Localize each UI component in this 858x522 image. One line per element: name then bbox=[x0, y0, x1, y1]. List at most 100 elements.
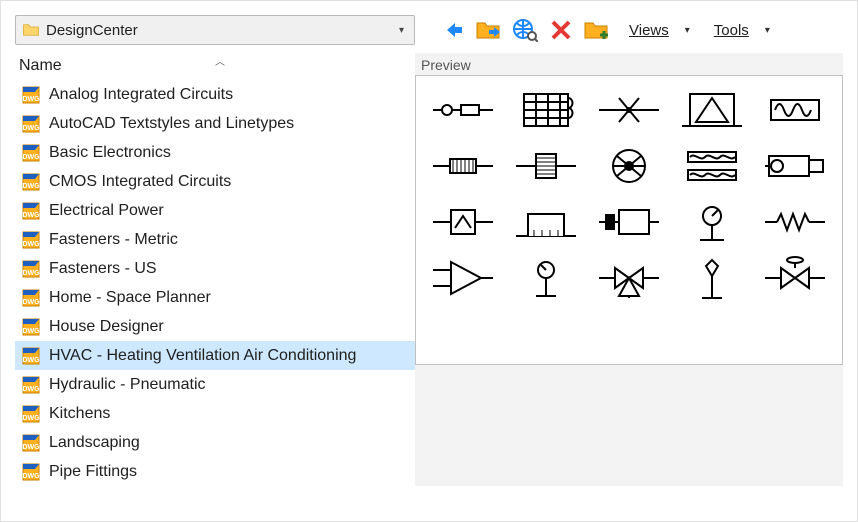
dwg-icon: DWG bbox=[21, 462, 41, 482]
preview-symbol[interactable] bbox=[431, 88, 495, 132]
list-item[interactable]: DWG Basic Electronics bbox=[15, 138, 415, 167]
preview-symbol[interactable] bbox=[514, 144, 578, 188]
x-red-icon bbox=[550, 19, 572, 41]
preview-symbol[interactable] bbox=[597, 200, 661, 244]
dwg-icon: DWG bbox=[21, 143, 41, 163]
list-item[interactable]: DWG HVAC - Heating Ventilation Air Condi… bbox=[15, 341, 415, 370]
list-item-label: AutoCAD Textstyles and Linetypes bbox=[49, 115, 294, 133]
preview-symbol[interactable] bbox=[514, 200, 578, 244]
new-folder-button[interactable] bbox=[583, 16, 611, 44]
svg-text:DWG: DWG bbox=[22, 154, 40, 161]
list-item[interactable]: DWG Analog Integrated Circuits bbox=[15, 80, 415, 109]
list-item-label: Basic Electronics bbox=[49, 144, 171, 162]
svg-text:DWG: DWG bbox=[22, 183, 40, 190]
back-button[interactable] bbox=[439, 16, 467, 44]
preview-symbol[interactable] bbox=[597, 88, 661, 132]
sort-caret-icon: ︿ bbox=[215, 53, 225, 68]
list-header-label: Name bbox=[19, 57, 62, 74]
svg-text:DWG: DWG bbox=[22, 125, 40, 132]
folder-icon bbox=[22, 21, 40, 39]
svg-text:DWG: DWG bbox=[22, 328, 40, 335]
list-item-label: Hydraulic - Pneumatic bbox=[49, 376, 206, 394]
body: Name ︿ DWG Analog Integrated Circuits DW… bbox=[15, 53, 843, 486]
preview-label: Preview bbox=[415, 57, 843, 73]
views-caret-icon[interactable]: ▾ bbox=[685, 25, 690, 36]
preview-symbol[interactable] bbox=[431, 200, 495, 244]
list-item[interactable]: DWG Pipe Fittings bbox=[15, 457, 415, 486]
preview-symbol[interactable] bbox=[680, 88, 744, 132]
dwg-icon: DWG bbox=[21, 317, 41, 337]
preview-symbol[interactable] bbox=[680, 144, 744, 188]
favorites-button[interactable] bbox=[475, 16, 503, 44]
list-item[interactable]: DWG Hydraulic - Pneumatic bbox=[15, 370, 415, 399]
svg-text:DWG: DWG bbox=[22, 357, 40, 364]
list-item-label: Pipe Fittings bbox=[49, 463, 137, 481]
preview-symbol[interactable] bbox=[597, 144, 661, 188]
preview-symbol[interactable] bbox=[514, 88, 578, 132]
svg-text:DWG: DWG bbox=[22, 212, 40, 219]
dwg-icon: DWG bbox=[21, 201, 41, 221]
list-item[interactable]: DWG Landscaping bbox=[15, 428, 415, 457]
dwg-icon: DWG bbox=[21, 346, 41, 366]
list-item-label: Home - Space Planner bbox=[49, 289, 211, 307]
designcenter-window: DesignCenter ▾ bbox=[0, 0, 858, 522]
preview-symbol[interactable] bbox=[597, 256, 661, 300]
list-item[interactable]: DWG Home - Space Planner bbox=[15, 283, 415, 312]
svg-text:DWG: DWG bbox=[22, 299, 40, 306]
dwg-icon: DWG bbox=[21, 230, 41, 250]
dc-online-button[interactable] bbox=[511, 16, 539, 44]
dwg-icon: DWG bbox=[21, 259, 41, 279]
folder-plus-icon bbox=[584, 19, 610, 41]
tools-caret-icon[interactable]: ▾ bbox=[765, 25, 770, 36]
toolbar: DesignCenter ▾ bbox=[15, 13, 843, 47]
list-item-label: Kitchens bbox=[49, 405, 110, 423]
list-item-label: Fasteners - US bbox=[49, 260, 157, 278]
list-item[interactable]: DWG Fasteners - Metric bbox=[15, 225, 415, 254]
preview-box bbox=[415, 75, 843, 365]
preview-symbol[interactable] bbox=[514, 256, 578, 300]
svg-text:DWG: DWG bbox=[22, 270, 40, 277]
list-item[interactable]: DWG House Designer bbox=[15, 312, 415, 341]
list-item[interactable]: DWG Kitchens bbox=[15, 399, 415, 428]
svg-text:DWG: DWG bbox=[22, 444, 40, 451]
dwg-icon: DWG bbox=[21, 375, 41, 395]
svg-text:DWG: DWG bbox=[22, 415, 40, 422]
dwg-icon: DWG bbox=[21, 288, 41, 308]
list-item-label: Landscaping bbox=[49, 434, 140, 452]
views-menu[interactable]: Views bbox=[629, 22, 669, 39]
svg-text:DWG: DWG bbox=[22, 96, 40, 103]
list-header[interactable]: Name ︿ bbox=[15, 53, 415, 80]
svg-text:DWG: DWG bbox=[22, 386, 40, 393]
tools-menu[interactable]: Tools bbox=[714, 22, 749, 39]
svg-text:DWG: DWG bbox=[22, 241, 40, 248]
list-item-label: Analog Integrated Circuits bbox=[49, 86, 233, 104]
preview-symbol[interactable] bbox=[680, 200, 744, 244]
preview-symbol[interactable] bbox=[431, 144, 495, 188]
back-arrow-icon bbox=[441, 18, 465, 42]
preview-symbol[interactable] bbox=[431, 256, 495, 300]
dwg-icon: DWG bbox=[21, 114, 41, 134]
list-item[interactable]: DWG Electrical Power bbox=[15, 196, 415, 225]
dwg-icon: DWG bbox=[21, 85, 41, 105]
list-item-label: Fasteners - Metric bbox=[49, 231, 178, 249]
dwg-icon: DWG bbox=[21, 172, 41, 192]
list-item[interactable]: DWG AutoCAD Textstyles and Linetypes bbox=[15, 109, 415, 138]
preview-symbol[interactable] bbox=[763, 88, 827, 132]
preview-symbol[interactable] bbox=[763, 144, 827, 188]
delete-button[interactable] bbox=[547, 16, 575, 44]
preview-symbol[interactable] bbox=[680, 256, 744, 300]
path-label: DesignCenter bbox=[46, 22, 395, 39]
list-item[interactable]: DWG CMOS Integrated Circuits bbox=[15, 167, 415, 196]
chevron-down-icon[interactable]: ▾ bbox=[395, 25, 408, 36]
dwg-icon: DWG bbox=[21, 433, 41, 453]
list-item-label: HVAC - Heating Ventilation Air Condition… bbox=[49, 347, 356, 365]
path-combo[interactable]: DesignCenter ▾ bbox=[15, 15, 415, 45]
folder-arrow-icon bbox=[476, 19, 502, 41]
list-item-label: CMOS Integrated Circuits bbox=[49, 173, 231, 191]
preview-symbol[interactable] bbox=[763, 256, 827, 300]
list-item[interactable]: DWG Fasteners - US bbox=[15, 254, 415, 283]
list-item-label: Electrical Power bbox=[49, 202, 164, 220]
preview-symbol[interactable] bbox=[763, 200, 827, 244]
file-list: DWG Analog Integrated Circuits DWG AutoC… bbox=[15, 80, 415, 486]
file-list-panel: Name ︿ DWG Analog Integrated Circuits DW… bbox=[15, 53, 415, 486]
